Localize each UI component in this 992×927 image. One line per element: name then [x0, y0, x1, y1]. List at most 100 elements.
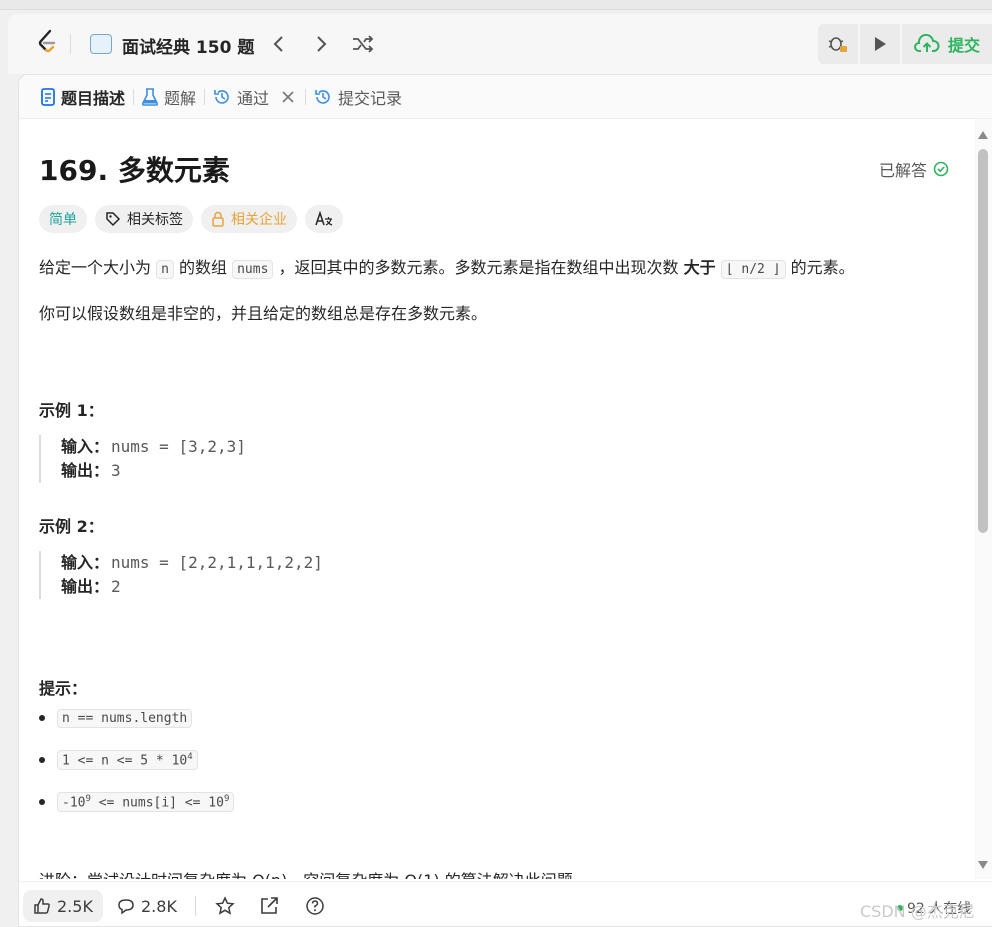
problem-content: 169. 多数元素 已解答 简单 相关标签 相关企业 给定一个大小为 n 的数组…	[19, 119, 974, 879]
vertical-scrollbar[interactable]	[974, 119, 992, 879]
desc-text: 的数组	[173, 258, 233, 277]
like-button[interactable]: 2.5K	[23, 890, 103, 922]
submit-button[interactable]: 提交	[902, 24, 992, 64]
hint-exponent: 4	[187, 751, 193, 762]
output-label: 输出：	[61, 577, 110, 596]
input-label: 输入：	[61, 553, 110, 572]
bullet	[39, 799, 45, 805]
share-button[interactable]	[259, 890, 279, 922]
check-circle-icon	[933, 161, 949, 177]
comments-button[interactable]: 2.8K	[117, 890, 177, 922]
problem-set-title[interactable]: 面试经典 150 题	[122, 33, 254, 58]
cloud-upload-icon	[914, 34, 940, 52]
tab-bar: 题目描述 题解 通过 提交记录	[19, 75, 992, 119]
comment-count: 2.8K	[141, 896, 177, 916]
problem-set-icon	[90, 34, 112, 54]
problem-panel: 题目描述 题解 通过 提交记录 169. 多数元素 已解答 简单 相关标签 相关…	[18, 74, 992, 927]
example-2-input: 输入： nums = [2,2,1,1,1,2,2]	[61, 551, 639, 575]
question-circle-icon	[306, 897, 324, 915]
related-companies-button[interactable]: 相关企业	[201, 205, 297, 233]
problem-title: 169. 多数元素	[39, 154, 230, 187]
history-icon	[214, 89, 229, 104]
footer-bar: 2.5K 2.8K 92 人在线	[19, 881, 992, 926]
example-1-heading: 示例 1：	[39, 401, 104, 420]
tab-submissions-label: 提交记录	[338, 88, 403, 108]
debug-button[interactable]	[818, 24, 858, 64]
scrollbar-thumb[interactable]	[978, 149, 988, 533]
inline-code-floor: ⌊ n/2 ⌋	[720, 260, 786, 279]
hint-exponent: 9	[223, 793, 230, 804]
hint-code-text: 1 <= n <= 5 * 10	[62, 753, 188, 769]
desc-bold-text: 大于	[683, 258, 716, 277]
desc-text: 给定一个大小为	[39, 258, 157, 277]
history-icon	[315, 89, 330, 104]
help-button[interactable]	[305, 890, 325, 922]
related-companies-label: 相关企业	[231, 212, 287, 228]
input-value: nums = [3,2,3]	[111, 437, 246, 456]
next-problem-icon[interactable]	[308, 31, 334, 57]
list-item: 1 <= n <= 5 * 104	[39, 739, 234, 781]
description-icon	[41, 87, 55, 106]
example-1-block: 输入： nums = [3,2,3] 输出： 3	[39, 435, 639, 483]
inline-code-n: n	[156, 260, 174, 279]
scroll-down-arrow-icon[interactable]	[978, 861, 988, 869]
related-tags-label: 相关标签	[127, 212, 183, 228]
watermark: CSDN @杰克尼	[860, 902, 975, 921]
tab-description-label: 题目描述	[61, 88, 126, 108]
tab-submissions[interactable]: 提交记录	[306, 75, 410, 119]
hint-code: n == nums.length	[57, 708, 193, 728]
run-button[interactable]	[860, 24, 900, 64]
like-count: 2.5K	[57, 896, 93, 916]
shuffle-icon[interactable]	[350, 31, 376, 57]
favorite-button[interactable]	[215, 890, 235, 922]
list-item: -109 <= nums[i] <= 109	[39, 781, 235, 823]
example-1-output: 输出： 3	[61, 459, 639, 483]
translate-icon	[315, 211, 333, 226]
topbar-divider	[70, 34, 71, 54]
tab-description[interactable]: 题目描述	[33, 75, 133, 119]
solved-label: 已解答	[879, 161, 928, 180]
output-label: 输出：	[61, 461, 110, 480]
action-toolbar: 提交	[818, 24, 992, 64]
tab-solutions[interactable]: 题解	[134, 75, 204, 119]
window-top-edge	[0, 0, 992, 10]
lock-icon	[212, 211, 224, 227]
example-2-block: 输入： nums = [2,2,1,1,1,2,2] 输出： 2	[39, 551, 639, 599]
related-tags-button[interactable]: 相关标签	[95, 205, 193, 233]
hint-code: 1 <= n <= 5 * 104	[57, 749, 198, 771]
description-paragraph-1: 给定一个大小为 n 的数组 nums ，返回其中的多数元素。多数元素是指在数组中…	[39, 255, 855, 283]
thumbs-up-icon	[34, 898, 50, 914]
bug-lock-icon	[828, 37, 847, 52]
footer-divider	[195, 896, 196, 916]
example-2-output: 输出： 2	[61, 575, 639, 599]
close-icon[interactable]	[279, 90, 297, 104]
example-1-input: 输入： nums = [3,2,3]	[61, 435, 639, 459]
bullet	[39, 757, 45, 763]
desc-text: ，返回其中的多数元素。多数元素是指在数组中出现次数	[273, 258, 684, 277]
scroll-up-arrow-icon[interactable]	[978, 131, 988, 139]
tab-accepted-label: 通过	[237, 88, 270, 108]
inline-code-nums: nums	[232, 260, 274, 279]
list-item: n == nums.length	[39, 697, 234, 739]
desc-text: 的元素。	[785, 258, 855, 277]
difficulty-badge[interactable]: 简单	[39, 205, 87, 233]
translate-button[interactable]	[305, 205, 343, 233]
hints-heading: 提示：	[39, 679, 88, 698]
hint-code: -109 <= nums[i] <= 109	[57, 791, 235, 813]
star-icon	[215, 896, 235, 915]
leetcode-logo-icon[interactable]	[34, 28, 60, 56]
hint-code-text: <= nums[i] <= 10	[90, 795, 224, 811]
prev-problem-icon[interactable]	[266, 31, 292, 57]
tab-accepted[interactable]: 通过	[205, 75, 305, 119]
comment-icon	[118, 899, 134, 915]
output-value: 2	[111, 577, 121, 596]
hint-code-text: -10	[62, 795, 86, 811]
app-window: 面试经典 150 题 提交 题目描述 题解 通过 提交记录 169. 多数元素 …	[0, 0, 992, 927]
follow-up-text: 进阶：尝试设计时间复杂度为 O(n)、空间复杂度为 O(1) 的算法解决此问题。	[39, 867, 639, 879]
play-icon	[875, 37, 886, 51]
solved-status: 已解答	[879, 157, 949, 181]
submit-label: 提交	[948, 36, 981, 55]
tag-icon	[106, 212, 121, 227]
example-2-heading: 示例 2：	[39, 517, 104, 536]
description-paragraph-2: 你可以假设数组是非空的，并且给定的数组总是存在多数元素。	[39, 304, 488, 323]
